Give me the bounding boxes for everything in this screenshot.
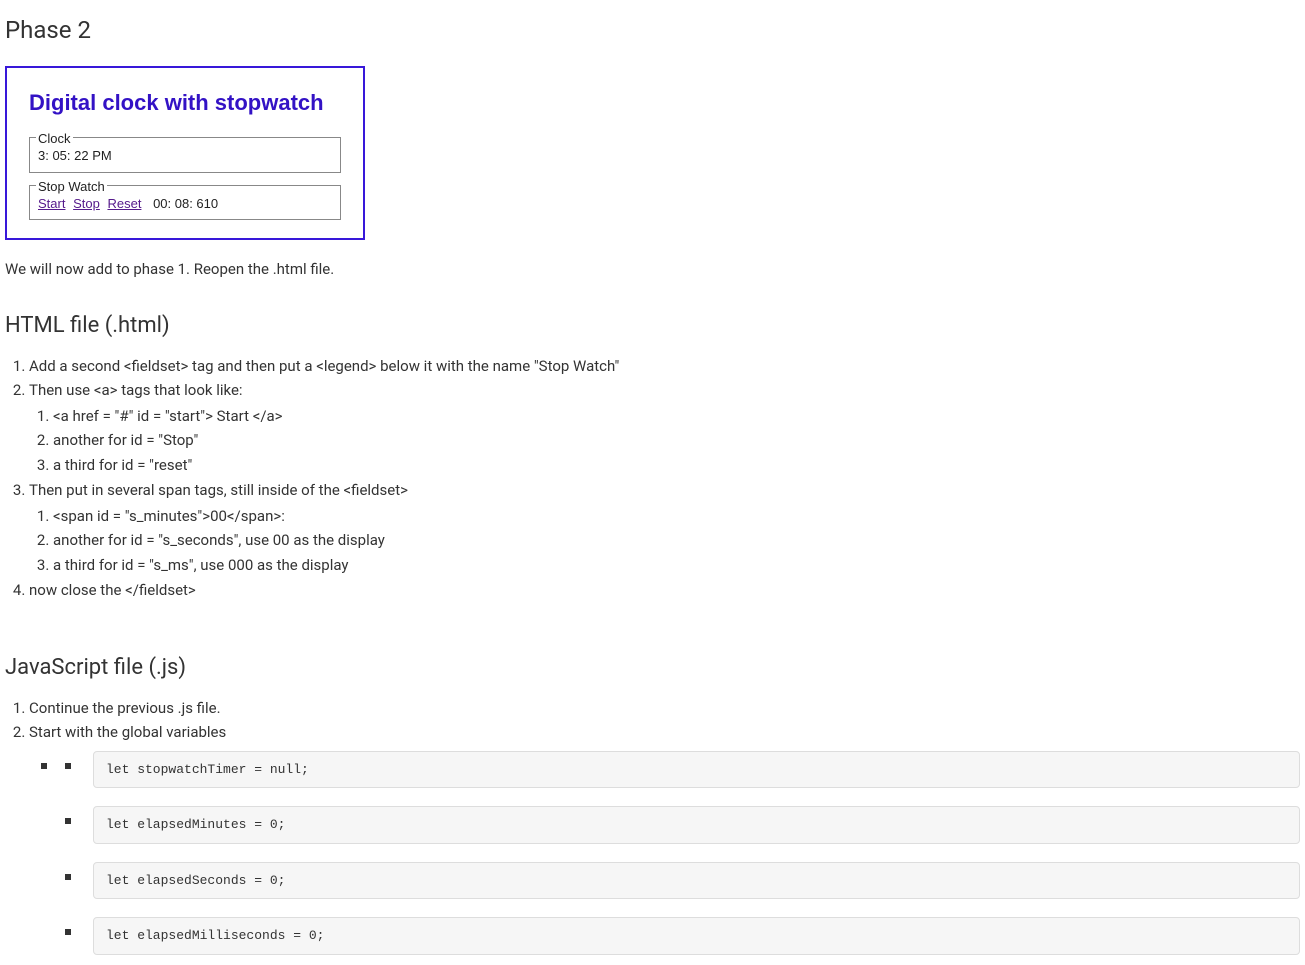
bullet-icon xyxy=(41,763,47,769)
list-item: Add a second <fieldset> tag and then put… xyxy=(29,354,1300,379)
code-snippet: let elapsedMinutes = 0; xyxy=(93,806,1300,844)
code-block-area: let stopwatchTimer = null; let elapsedMi… xyxy=(5,751,1300,955)
html-steps-list: Add a second <fieldset> tag and then put… xyxy=(5,354,1300,603)
demo-stopwatch-fieldset: Stop Watch Start Stop Reset 00: 08: 610 xyxy=(29,185,341,221)
list-item: now close the </fieldset> xyxy=(29,578,1300,603)
code-snippet: let elapsedSeconds = 0; xyxy=(93,862,1300,900)
demo-screenshot: Digital clock with stopwatch Clock 3: 05… xyxy=(5,66,365,240)
demo-heading: Digital clock with stopwatch xyxy=(29,86,341,119)
list-item: Continue the previous .js file. xyxy=(29,696,1300,721)
js-steps-list: Continue the previous .js file. Start wi… xyxy=(5,696,1300,745)
list-item-text: Then put in several span tags, still ins… xyxy=(29,481,408,499)
bullet-icon xyxy=(65,929,71,935)
list-item: <a href = "#" id = "start"> Start </a> xyxy=(53,404,1300,429)
list-item: another for id = "s_seconds", use 00 as … xyxy=(53,528,1300,553)
code-snippet: let elapsedMilliseconds = 0; xyxy=(93,917,1300,955)
list-item: a third for id = "reset" xyxy=(53,453,1300,478)
demo-stopwatch-legend: Stop Watch xyxy=(36,177,107,197)
list-item-text: Then use <a> tags that look like: xyxy=(29,381,243,399)
demo-stopwatch-time: 00: 08: 610 xyxy=(153,196,218,211)
list-item: Then put in several span tags, still ins… xyxy=(29,478,1300,578)
list-item: Then use <a> tags that look like: <a hre… xyxy=(29,378,1300,478)
list-item: another for id = "Stop" xyxy=(53,428,1300,453)
html-sub-list: <span id = "s_minutes">00</span>: anothe… xyxy=(29,504,1300,578)
stopwatch-reset-link[interactable]: Reset xyxy=(107,196,141,211)
stopwatch-stop-link[interactable]: Stop xyxy=(73,196,100,211)
bullet-icon xyxy=(65,874,71,880)
html-sub-list: <a href = "#" id = "start"> Start </a> a… xyxy=(29,404,1300,478)
list-item: Start with the global variables xyxy=(29,720,1300,745)
demo-clock-time: 3: 05: 22 PM xyxy=(38,142,332,166)
html-section-heading: HTML file (.html) xyxy=(5,309,1300,342)
page-title: Phase 2 xyxy=(5,12,1300,48)
code-snippet: let stopwatchTimer = null; xyxy=(93,751,1300,789)
list-item: <span id = "s_minutes">00</span>: xyxy=(53,504,1300,529)
stopwatch-start-link[interactable]: Start xyxy=(38,196,65,211)
intro-paragraph: We will now add to phase 1. Reopen the .… xyxy=(5,258,1300,281)
bullet-icon xyxy=(65,763,71,769)
demo-clock-fieldset: Clock 3: 05: 22 PM xyxy=(29,137,341,173)
demo-clock-legend: Clock xyxy=(36,129,73,149)
list-item: a third for id = "s_ms", use 000 as the … xyxy=(53,553,1300,578)
js-section-heading: JavaScript file (.js) xyxy=(5,651,1300,684)
bullet-icon xyxy=(65,818,71,824)
